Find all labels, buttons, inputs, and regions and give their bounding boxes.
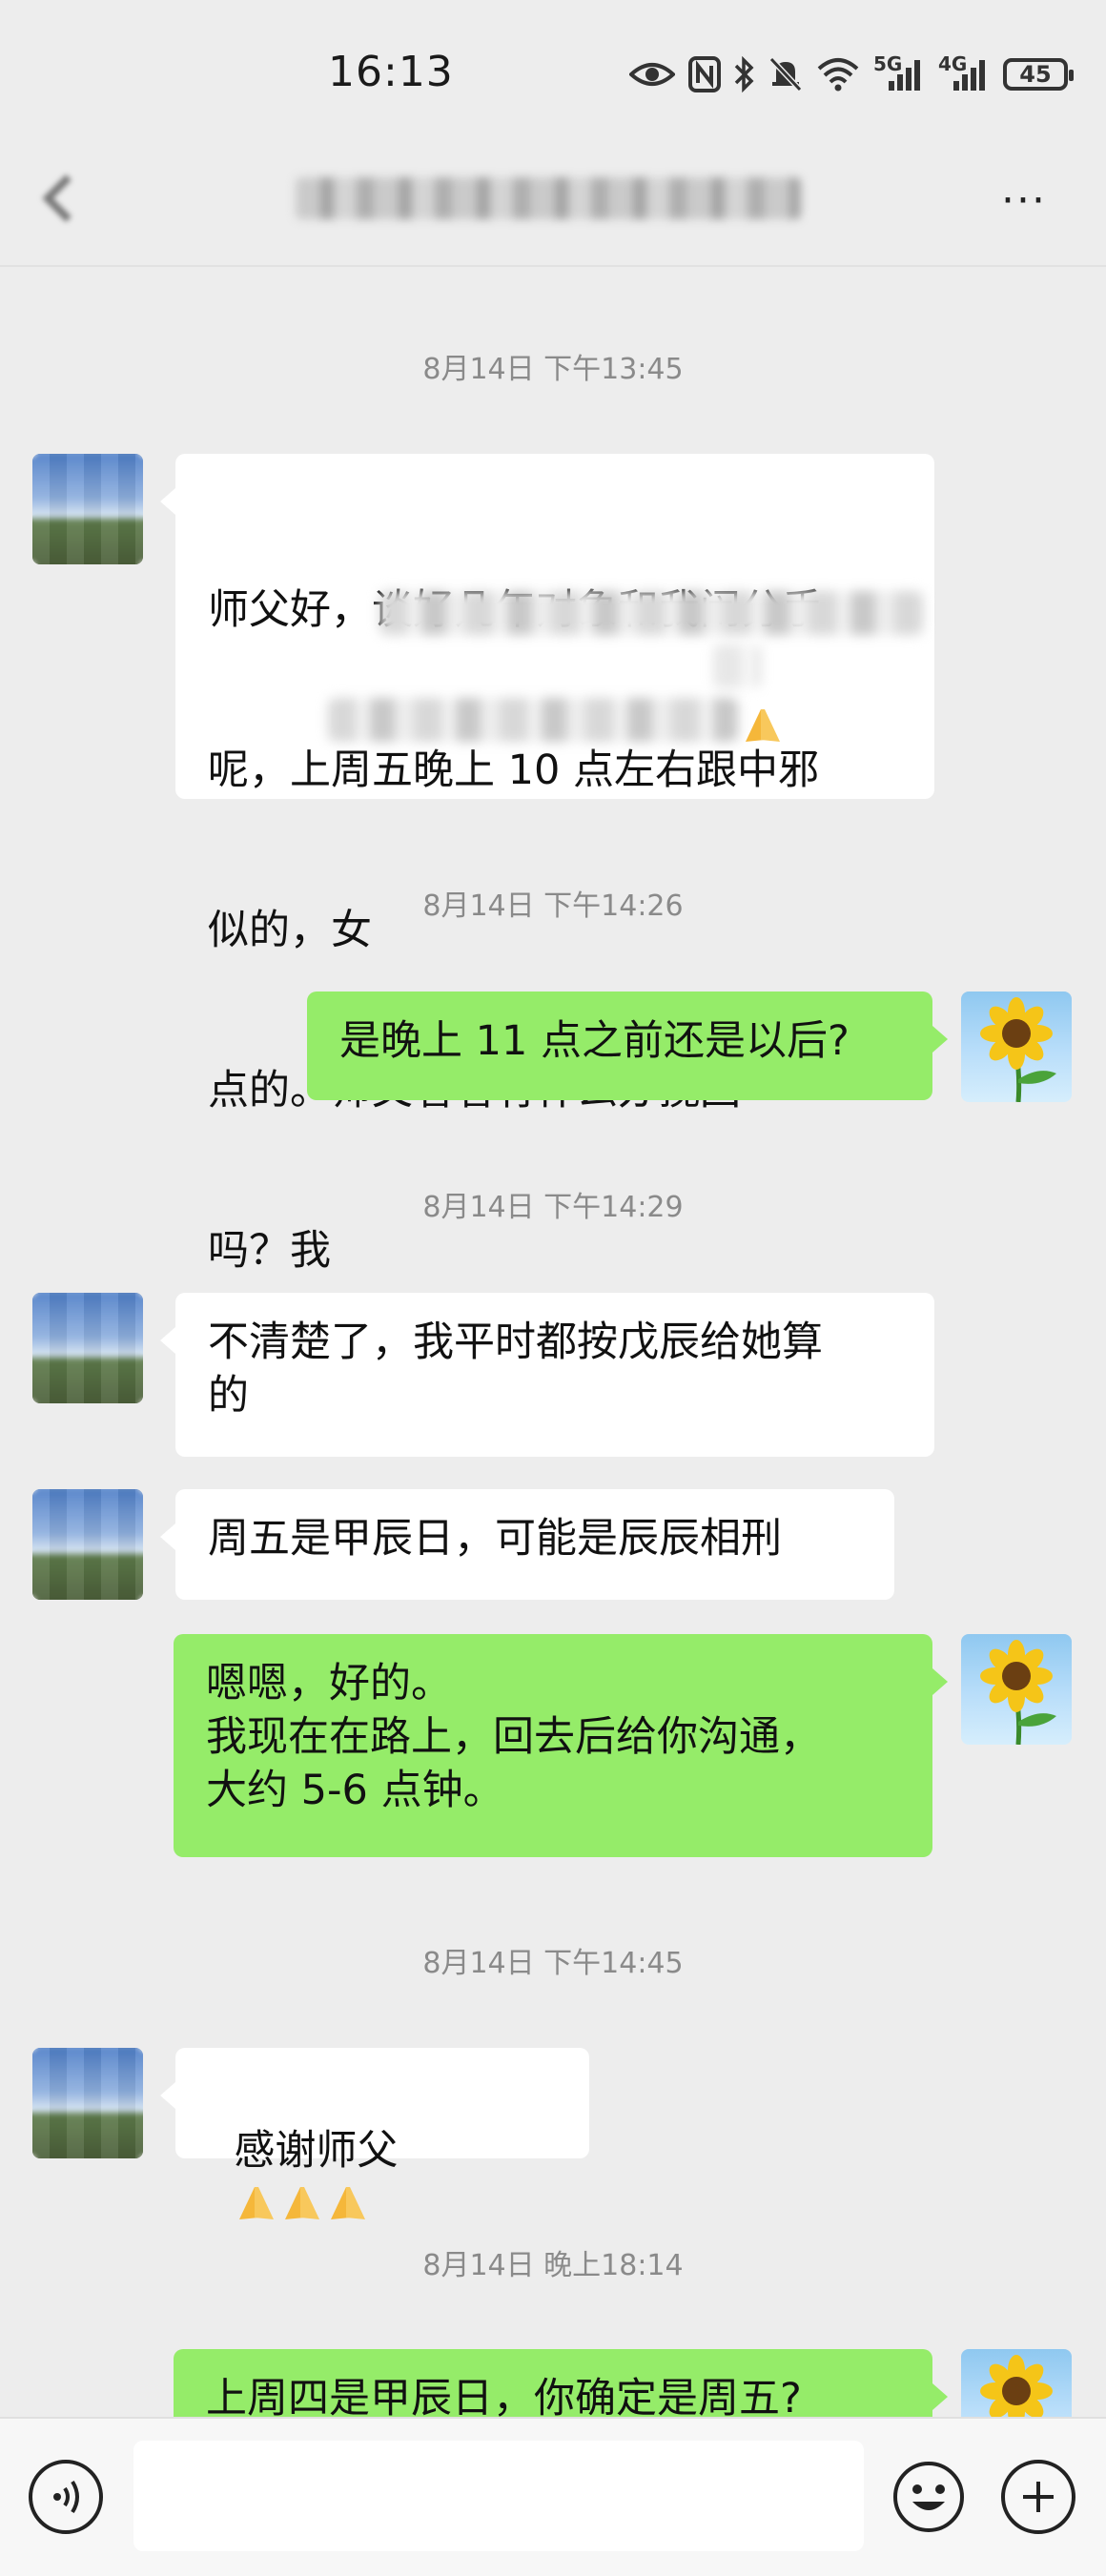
status-bar: 16:13 5G 4G 45 (0, 0, 1106, 153)
voice-icon[interactable] (29, 2460, 103, 2534)
self-avatar[interactable] (961, 992, 1072, 1102)
peer-message-bubble[interactable]: 不清楚了，我平时都按戊辰给她算 的 (160, 1293, 934, 1457)
emoji-icon[interactable] (891, 2460, 966, 2534)
peer-message-bubble[interactable]: 周五是甲辰日，可能是辰辰相刑 (160, 1489, 894, 1600)
timestamp: 8月14日 晚上18:14 (422, 2249, 684, 2282)
battery-icon: 45 (1003, 58, 1074, 91)
pray-hands-emoji (239, 2187, 275, 2219)
timestamp: 8月14日 下午14:45 (422, 1947, 684, 1980)
plus-icon[interactable] (1001, 2460, 1075, 2534)
more-dots-icon[interactable]: ··· (1001, 180, 1047, 222)
sunflower-icon (980, 997, 1056, 1102)
bluetooth-icon (734, 56, 754, 92)
eye-icon (629, 63, 675, 86)
self-message-bubble[interactable]: 嗯嗯，好的。 我现在在路上，回去后给你沟通， 大约 5-6 点钟。 (174, 1634, 948, 1857)
wifi-icon (817, 58, 859, 92)
timestamp: 8月14日 下午14:29 (422, 1191, 684, 1224)
pray-hands-emoji (331, 2187, 366, 2219)
mute-bell-icon (768, 56, 803, 92)
status-time: 16:13 (328, 48, 454, 96)
peer-avatar[interactable] (32, 1489, 143, 1600)
pray-hands-emoji (746, 709, 780, 742)
timestamp: 8月14日 下午13:45 (422, 353, 684, 386)
back-arrow-icon[interactable] (40, 170, 78, 227)
redacted-text (328, 698, 738, 742)
message-line: 呢，上周五晚上 10 点左右跟中邪 (208, 746, 820, 794)
chat-title-blurred (296, 177, 801, 219)
signal-5g-icon: 5G (873, 52, 925, 92)
redacted-text (713, 644, 761, 688)
redacted-text (379, 591, 923, 635)
self-avatar[interactable] (961, 1634, 1072, 1745)
nfc-icon (688, 56, 721, 92)
sunflower-icon (980, 1640, 1056, 1745)
peer-message-bubble[interactable]: 感谢师父 (160, 2048, 589, 2219)
status-icons: 5G 4G 45 (629, 51, 1074, 97)
message-line: 吗？我 (208, 1224, 902, 1278)
peer-avatar[interactable] (32, 2048, 143, 2158)
timestamp: 8月14日 下午14:26 (422, 889, 684, 923)
signal-4g-icon: 4G (938, 52, 990, 92)
self-message-bubble[interactable]: 是晚上 11 点之前还是以后? (307, 992, 948, 1100)
pray-hands-emoji (285, 2187, 320, 2219)
message-input[interactable] (133, 2441, 864, 2551)
peer-avatar[interactable] (32, 454, 143, 564)
peer-avatar[interactable] (32, 1293, 143, 1403)
peer-message-bubble[interactable]: 师父好，谈好几年对象和我闹分手 呢，上周五晚上 10 点左右跟中邪 似的，女 点… (160, 454, 934, 1275)
message-line-text: 吗？我 (208, 1227, 331, 1275)
message-text: 感谢师父 (234, 2127, 399, 2175)
